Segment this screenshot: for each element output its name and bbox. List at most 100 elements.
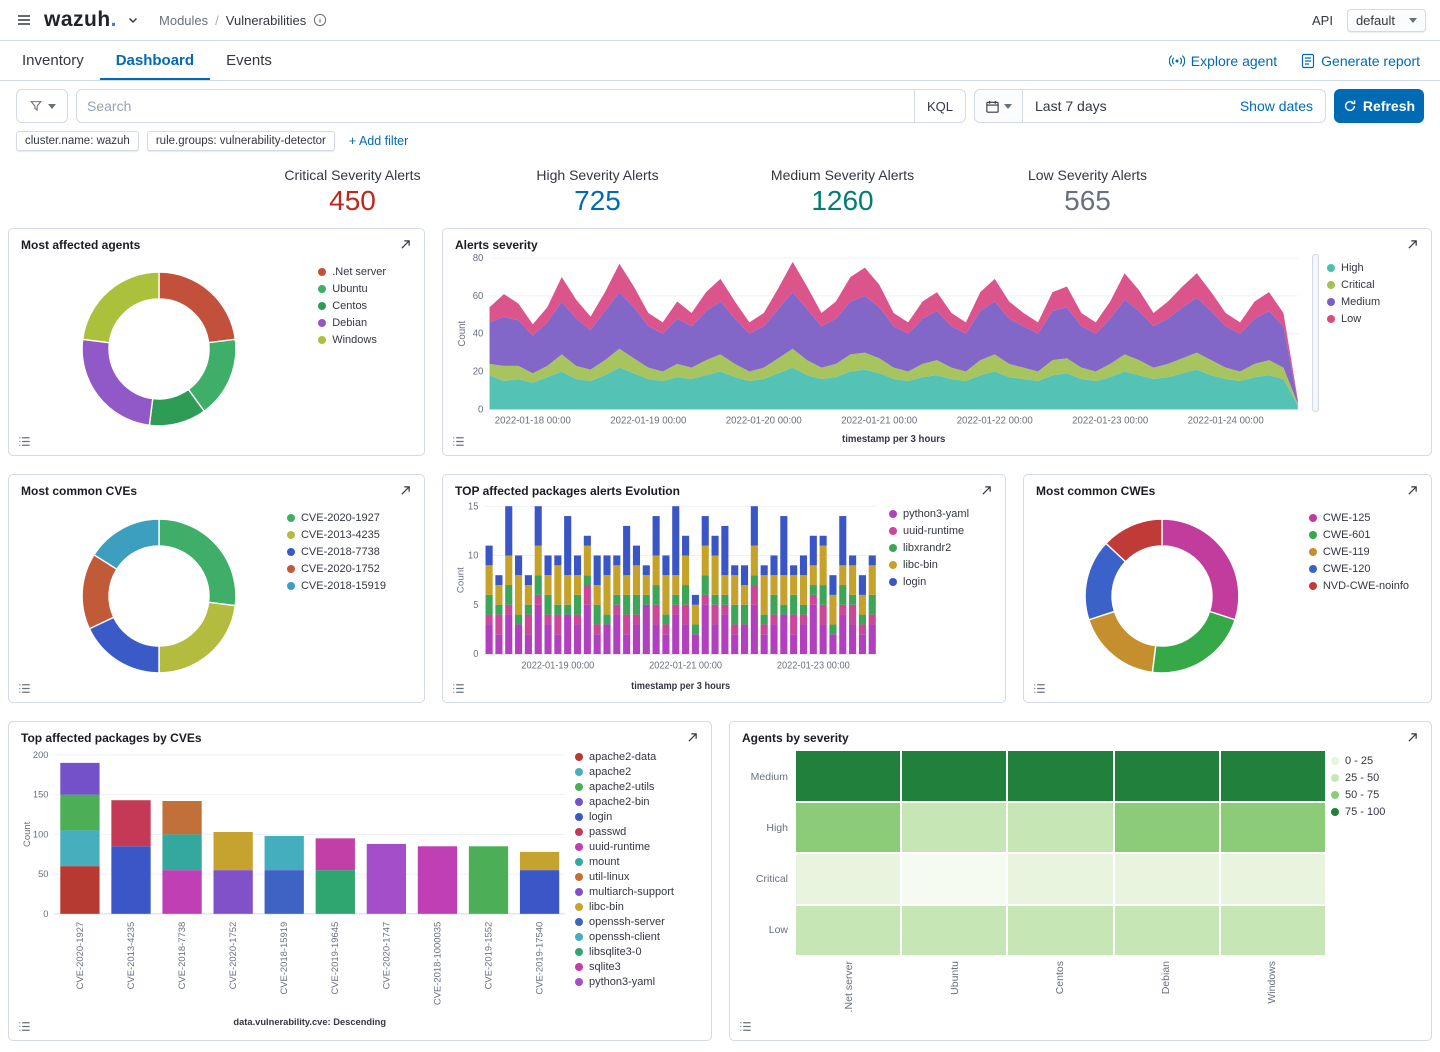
bar-segment-libc-bin[interactable]	[740, 585, 749, 605]
expand-icon[interactable]	[1406, 731, 1419, 744]
bar-segment-uuid-runtime[interactable]	[770, 614, 778, 625]
legend-item-0 - 25[interactable]: 0 - 25	[1331, 755, 1419, 767]
bar-segment-libxrandr2[interactable]	[819, 585, 827, 605]
bar-segment-libc-bin[interactable]	[849, 565, 857, 595]
heatmap-cell[interactable]	[1220, 905, 1325, 955]
bar-segment-login[interactable]	[603, 555, 611, 576]
explore-agent-link[interactable]: Explore agent	[1168, 53, 1277, 69]
tab-events[interactable]: Events	[210, 41, 288, 80]
legend-item-libc-bin[interactable]: libc-bin	[575, 901, 699, 913]
bar-segment-libxrandr2[interactable]	[760, 614, 768, 625]
bar-segment-login[interactable]	[721, 525, 729, 576]
bar-segment-libc-bin[interactable]	[593, 585, 601, 605]
bar-segment-python3-yaml[interactable]	[682, 624, 690, 654]
legend-item-CWE-119[interactable]: CWE-119	[1308, 546, 1409, 558]
bar-segment-python3-yaml[interactable]	[672, 614, 680, 654]
inspect-icon[interactable]	[17, 434, 32, 449]
legend-item-75 - 100[interactable]: 75 - 100	[1331, 806, 1419, 818]
legend-item-CWE-601[interactable]: CWE-601	[1308, 529, 1409, 541]
heatmap-cell[interactable]	[902, 802, 1007, 852]
saved-queries-button[interactable]	[16, 89, 68, 123]
bar-segment-login[interactable]	[544, 555, 552, 576]
bar-segment-libc-bin[interactable]	[495, 585, 503, 605]
bar-segment-openssh-client[interactable]	[264, 835, 304, 871]
bar-segment-uuid-runtime[interactable]	[760, 624, 768, 635]
bar-segment-login[interactable]	[760, 565, 768, 576]
bar-segment-python3-yaml[interactable]	[505, 614, 513, 654]
bar-segment-python3-yaml[interactable]	[544, 624, 552, 654]
donut-segment-CWE-125[interactable]	[1161, 517, 1240, 621]
bar-segment-libc-bin[interactable]	[652, 555, 660, 586]
heatmap-cell[interactable]	[796, 905, 901, 955]
wazuh-logo[interactable]: wazuh.	[44, 8, 117, 32]
bar-segment-python3-yaml[interactable]	[790, 634, 798, 654]
bar-segment-openssh-server[interactable]	[264, 870, 304, 914]
heatmap-cell[interactable]	[1114, 905, 1219, 955]
bar-segment-libxrandr2[interactable]	[495, 604, 503, 615]
bar-segment-libxrandr2[interactable]	[849, 594, 857, 605]
expand-icon[interactable]	[686, 731, 699, 744]
heatmap-cell[interactable]	[1008, 751, 1113, 801]
legend-item-Windows[interactable]: Windows	[318, 334, 386, 346]
bar-segment-python3-yaml[interactable]	[642, 604, 650, 654]
heatmap-cell[interactable]	[902, 854, 1007, 904]
bar-segment-uuid-runtime[interactable]	[632, 614, 641, 625]
bar-segment-uuid-runtime[interactable]	[652, 604, 660, 625]
bar-segment-uuid-runtime[interactable]	[583, 585, 591, 605]
bar-segment-python3-yaml[interactable]	[485, 624, 493, 654]
bar-segment-libc-bin[interactable]	[554, 565, 562, 605]
bar-segment-libc-bin[interactable]	[564, 575, 572, 605]
donut-segment-CVE-2020-1927[interactable]	[158, 517, 237, 606]
bar-segment-login[interactable]	[691, 594, 699, 605]
bar-segment-python3-yaml[interactable]	[868, 624, 876, 654]
tab-inventory[interactable]: Inventory	[6, 41, 100, 80]
bar-segment-libc-bin[interactable]	[731, 575, 739, 605]
bar-segment-libc-bin[interactable]	[662, 575, 670, 615]
donut-segment-Debian[interactable]	[81, 338, 154, 427]
bar-segment-libc-bin[interactable]	[770, 575, 778, 595]
heatmap-cell[interactable]	[902, 751, 1007, 801]
bar-segment-uuid-runtime[interactable]	[858, 624, 866, 635]
bar-segment-python3-yaml[interactable]	[770, 624, 778, 654]
legend-item-openssh-server[interactable]: openssh-server	[575, 916, 699, 928]
legend-item-libsqlite3-0[interactable]: libsqlite3-0	[575, 946, 699, 958]
bar-segment-libc-bin[interactable]	[868, 565, 876, 595]
bar-segment-login[interactable]	[573, 555, 582, 576]
tab-dashboard[interactable]: Dashboard	[100, 41, 210, 80]
bar-segment-uuid-runtime[interactable]	[701, 594, 709, 605]
expand-icon[interactable]	[1406, 238, 1419, 251]
bar-segment-uuid-runtime[interactable]	[554, 614, 562, 635]
legend-item-Critical[interactable]: Critical	[1327, 279, 1419, 291]
legend-item-multiarch-support[interactable]: multiarch-support	[575, 886, 699, 898]
bar-segment-login[interactable]	[662, 555, 670, 576]
info-icon[interactable]	[313, 13, 327, 27]
bar-segment-login[interactable]	[790, 565, 798, 576]
legend-item-login[interactable]: login	[575, 811, 699, 823]
bar-segment-libxrandr2[interactable]	[701, 575, 709, 595]
bar-segment-libxrandr2[interactable]	[544, 594, 552, 615]
bar-segment-python3-yaml[interactable]	[799, 624, 808, 654]
bar-segment-libc-bin[interactable]	[485, 565, 493, 595]
legend-item-Ubuntu[interactable]: Ubuntu	[318, 283, 386, 295]
legend-item-Medium[interactable]: Medium	[1327, 296, 1419, 308]
bar-segment-util-linux[interactable]	[162, 801, 202, 835]
bar-segment-python3-yaml[interactable]	[858, 634, 866, 654]
time-range-value[interactable]: Last 7 days	[1023, 98, 1119, 114]
bar-segment-libxrandr2[interactable]	[564, 604, 572, 615]
bar-segment-login[interactable]	[819, 535, 827, 546]
bar-segment-uuid-runtime[interactable]	[505, 604, 513, 615]
bar-segment-libxrandr2[interactable]	[505, 585, 513, 605]
bar-segment-login[interactable]	[740, 565, 749, 586]
bar-segment-login[interactable]	[652, 516, 660, 556]
heatmap-cell[interactable]	[1220, 751, 1325, 801]
chart-scrollbar[interactable]	[1312, 254, 1319, 412]
bar-segment-python3-yaml[interactable]	[623, 634, 631, 654]
legend-item-High[interactable]: High	[1327, 262, 1419, 274]
bar-segment-libxrandr2[interactable]	[790, 594, 798, 615]
bar-segment-python3-yaml[interactable]	[515, 624, 523, 654]
stat-value[interactable]: 725	[475, 183, 720, 218]
bar-segment-multiarch-support[interactable]	[213, 870, 253, 914]
bar-segment-libxrandr2[interactable]	[652, 585, 660, 605]
bar-segment-login[interactable]	[672, 506, 680, 576]
bar-segment-uuid-runtime[interactable]	[809, 594, 817, 605]
